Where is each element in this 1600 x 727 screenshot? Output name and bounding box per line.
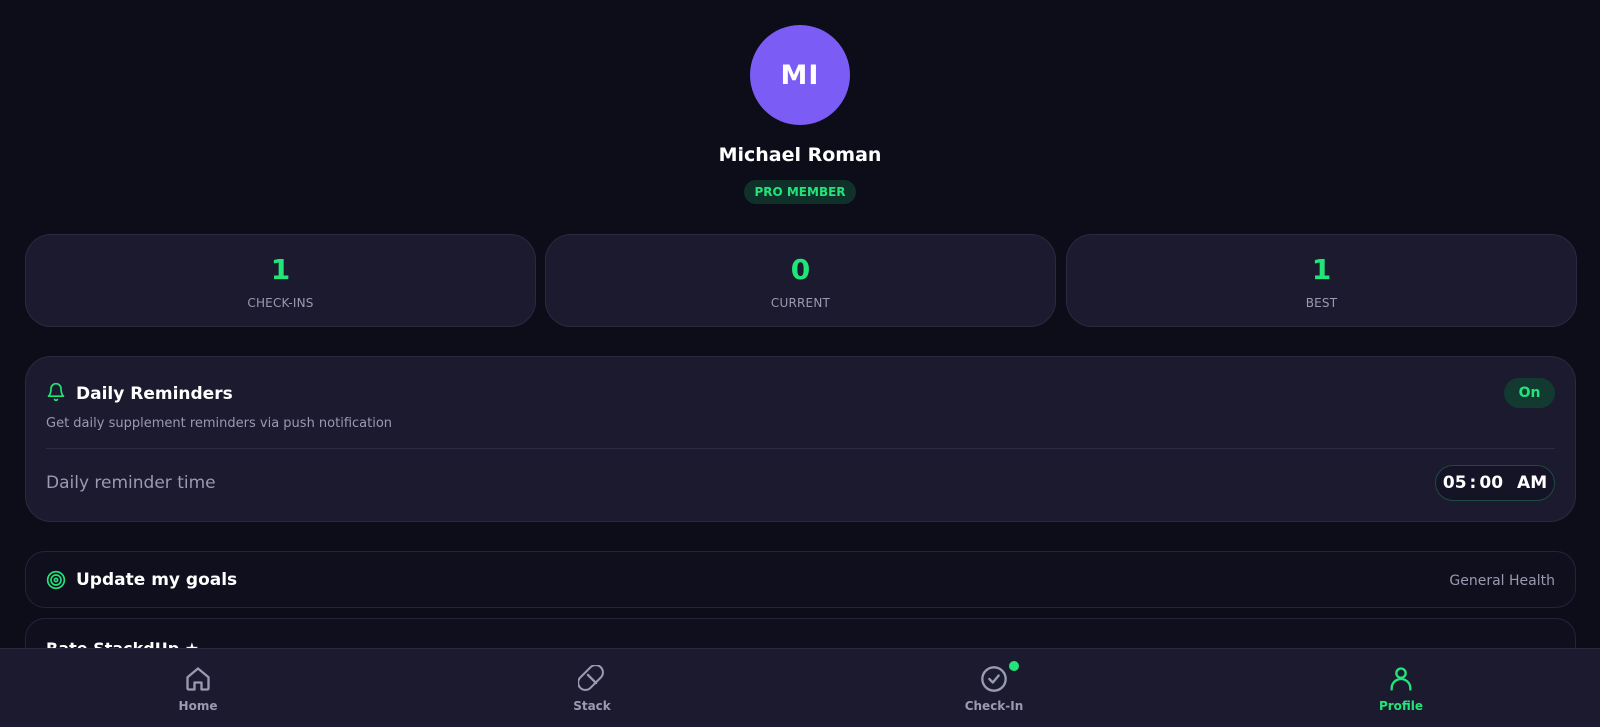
stat-label: CHECK-INS [247,296,314,310]
stat-card-best: 1 BEST [1066,234,1577,327]
time-separator: : [1469,473,1477,493]
nav-item-profile[interactable]: Profile [1331,649,1471,727]
reminder-time-input[interactable]: 05 : 00 AM [1435,465,1555,501]
nav-label: Check-In [964,699,1024,713]
goals-value: General Health [1449,573,1555,589]
stat-card-check-ins: 1 CHECK-INS [25,234,536,327]
reminder-time-label: Daily reminder time [46,473,216,493]
nav-label: Home [178,699,218,713]
stat-card-current: 0 CURRENT [545,234,1056,327]
stat-label: BEST [1305,296,1338,310]
stat-value: 1 [270,253,291,286]
notification-dot [1009,661,1019,671]
bottom-nav: Home Stack Check-In Profile [0,648,1600,727]
time-hour[interactable]: 05 [1443,473,1467,493]
stat-value: 1 [1311,253,1332,286]
reminders-toggle[interactable]: On [1504,378,1555,408]
daily-reminders-card: Daily Reminders Get daily supplement rem… [25,356,1576,522]
user-name: Michael Roman [718,144,882,166]
time-period[interactable]: AM [1517,473,1547,493]
time-hour-minute: 05 : 00 [1443,473,1503,493]
reminders-subtitle: Get daily supplement reminders via push … [46,416,393,431]
nav-item-check-in[interactable]: Check-In [924,649,1064,727]
user-icon [1390,667,1412,691]
nav-item-home[interactable]: Home [128,649,268,727]
avatar: MI [750,25,850,125]
home-icon [186,667,210,691]
check-circle-icon-wrap [980,661,1019,693]
membership-badge: PRO MEMBER [744,180,856,204]
bell-icon [47,382,65,402]
check-circle-icon [981,666,1007,692]
update-goals-row[interactable]: Update my goals General Health [25,551,1576,608]
nav-label: Stack [573,699,611,713]
nav-label: Profile [1378,699,1424,713]
target-icon [46,570,66,590]
goals-title: Update my goals [76,570,238,590]
reminders-title: Daily Reminders [76,384,233,404]
pill-icon [578,665,604,691]
stat-label: CURRENT [770,296,831,310]
profile-screen: MI Michael Roman PRO MEMBER 1 CHECK-INS … [0,0,1600,727]
divider [46,448,1555,449]
time-minute[interactable]: 00 [1479,473,1503,493]
nav-item-stack[interactable]: Stack [522,649,662,727]
stat-value: 0 [790,253,811,286]
